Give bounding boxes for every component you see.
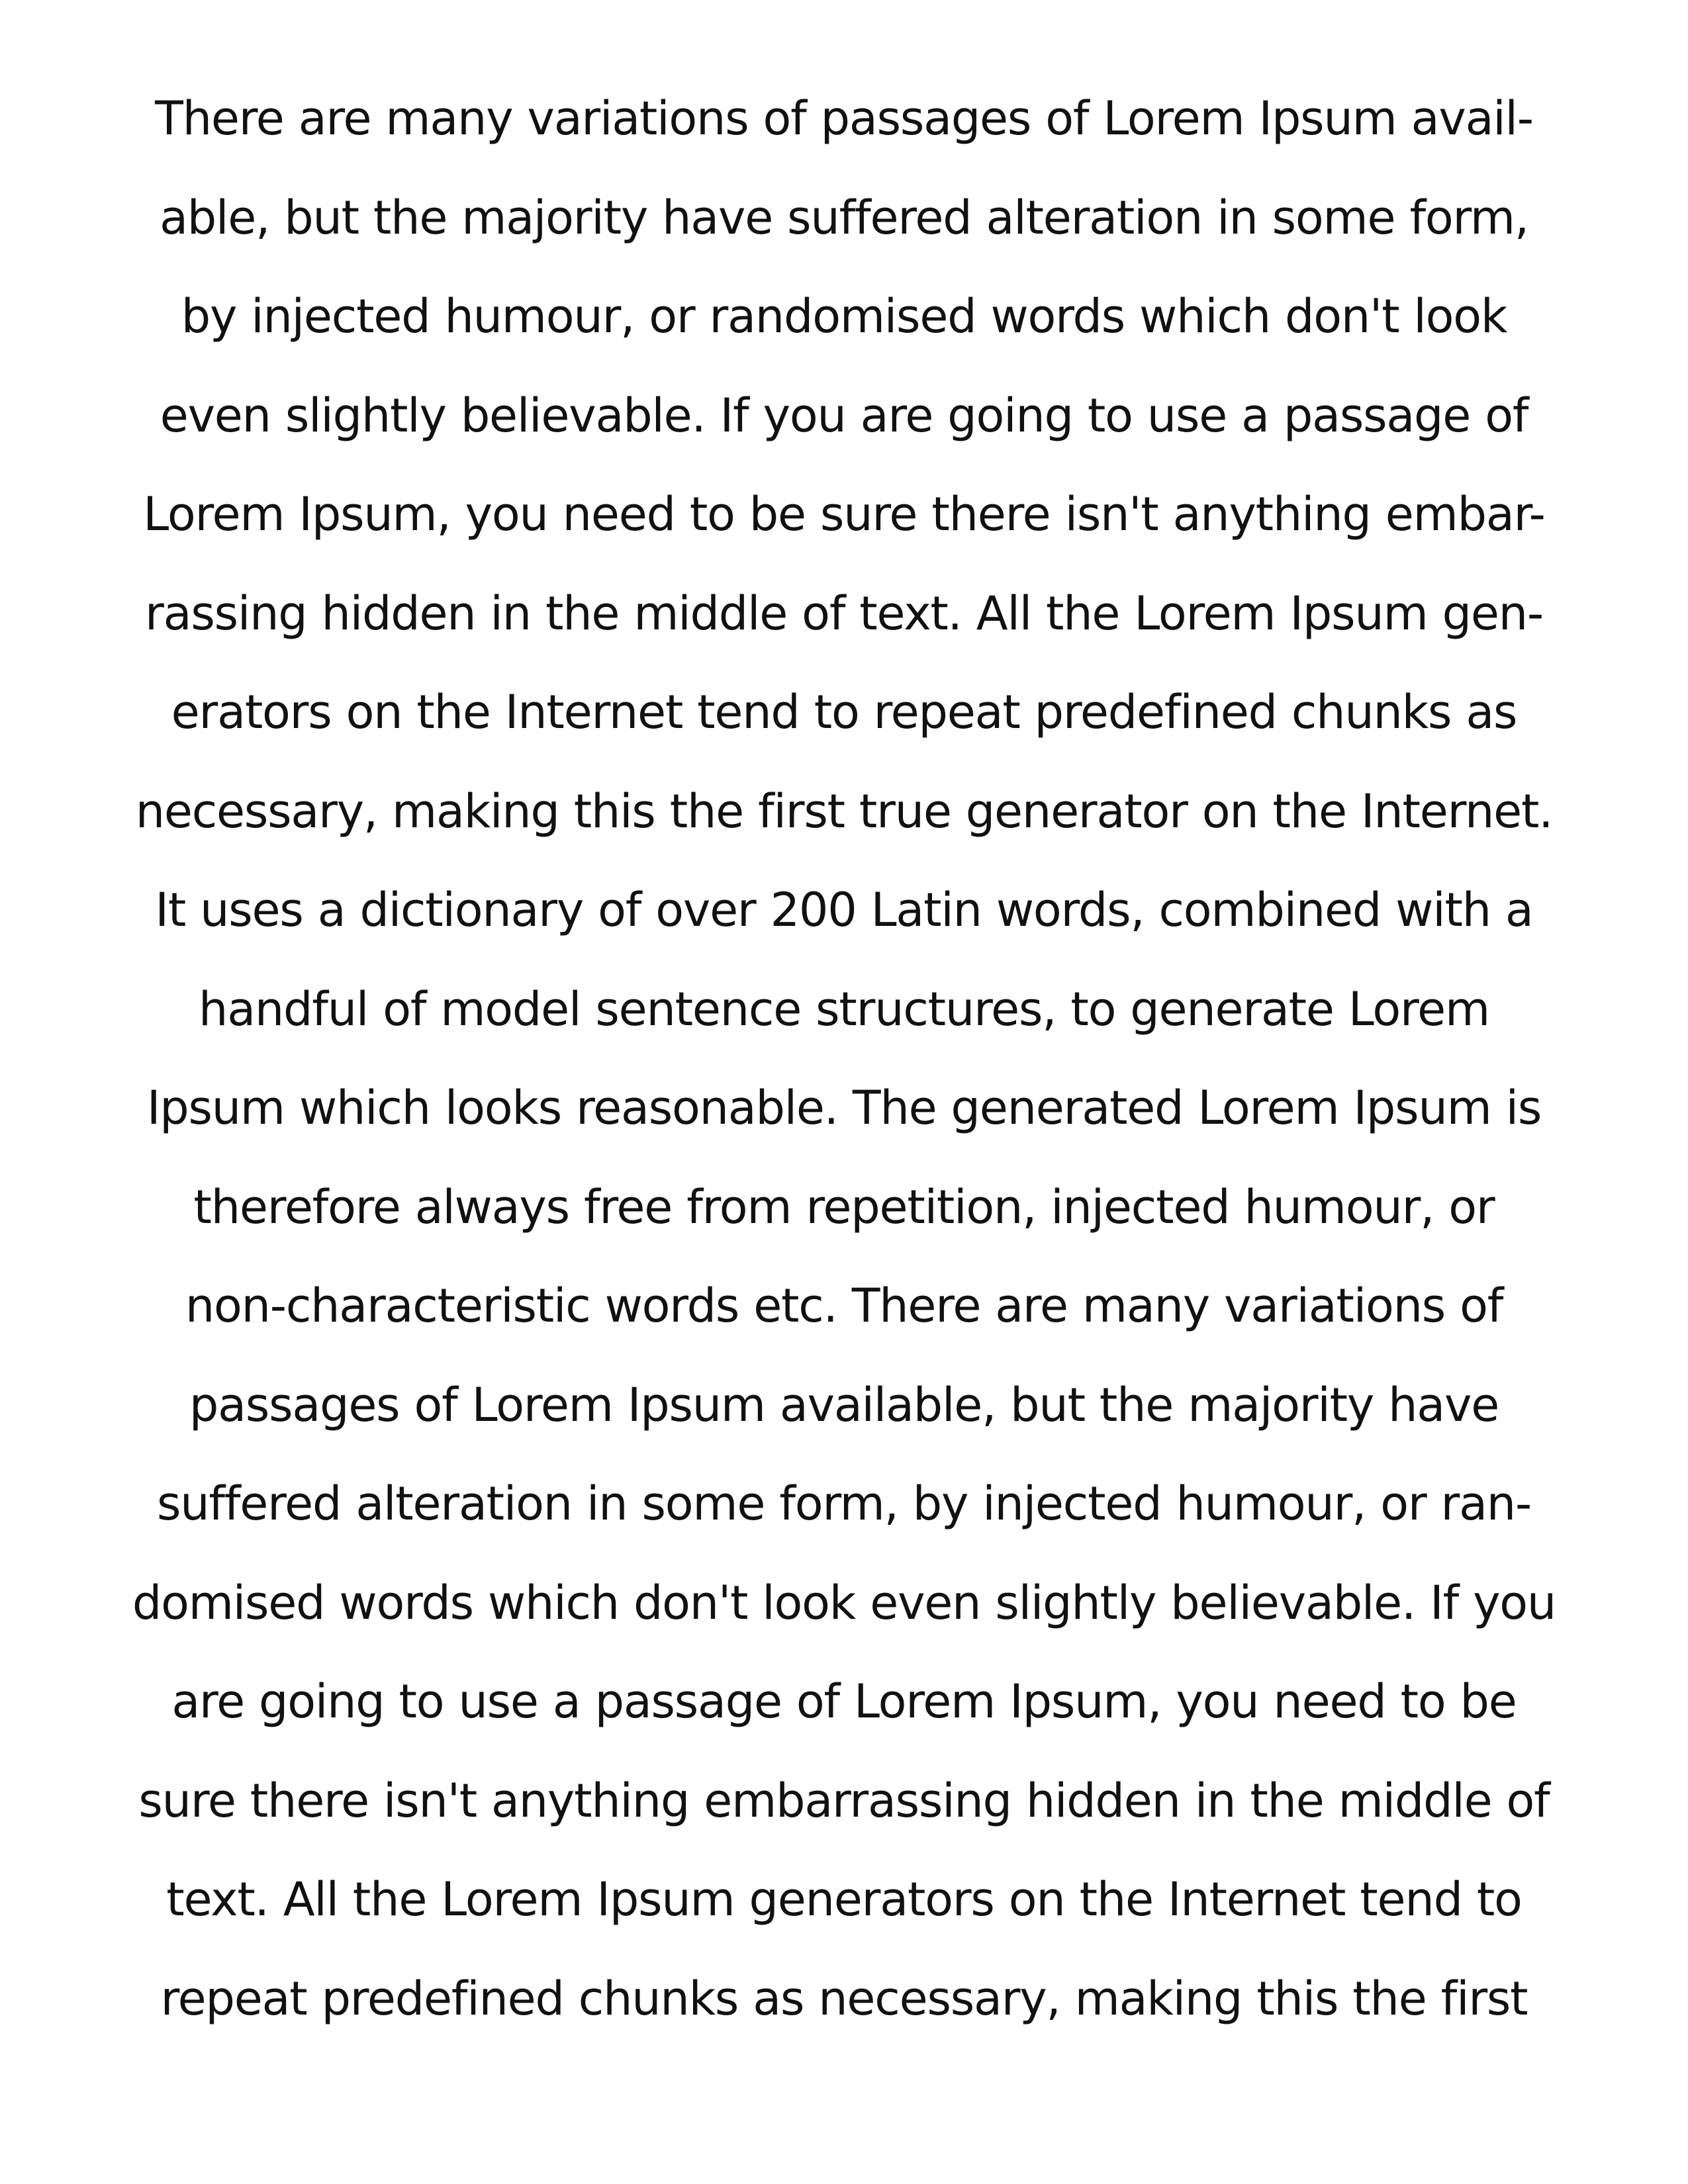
text-line: rassing hidden in the middle of text. Al… — [145, 586, 1544, 641]
text-line: sure there isn't anything embarrassing h… — [138, 1773, 1550, 1828]
document-page: There are many variations of passages of… — [0, 0, 1688, 2184]
text-line: even slightly believable. If you are goi… — [160, 388, 1529, 443]
text-line: Ipsum which looks reasonable. The genera… — [146, 1081, 1542, 1135]
text-line: passages of Lorem Ipsum available, but t… — [189, 1377, 1499, 1432]
text-line: necessary, making this the first true ge… — [135, 784, 1554, 839]
text-line: therefore always free from repetition, i… — [193, 1179, 1495, 1234]
text-line: There are many variations of passages of… — [155, 91, 1534, 146]
text-line: Lorem Ipsum, you need to be sure there i… — [143, 487, 1546, 541]
text-line: handful of model sentence structures, to… — [199, 981, 1490, 1036]
body-text: There are many variations of passages of… — [66, 69, 1622, 2048]
text-line: by injected humour, or randomised words … — [181, 289, 1508, 343]
text-line: text. All the Lorem Ipsum generators on … — [166, 1872, 1523, 1927]
text-line: suffered alteration in some form, by inj… — [156, 1477, 1532, 1531]
text-line: domised words which don't look even slig… — [132, 1575, 1556, 1630]
text-line: repeat predefined chunks as necessary, m… — [160, 1971, 1528, 2026]
text-line: non-characteristic words etc. There are … — [185, 1279, 1504, 1333]
text-line: are going to use a passage of Lorem Ipsu… — [171, 1674, 1517, 1729]
text-line: It uses a dictionary of over 200 Latin w… — [155, 883, 1533, 937]
text-line: erators on the Internet tend to repeat p… — [171, 685, 1518, 739]
text-line: able, but the majority have suffered alt… — [160, 190, 1529, 245]
